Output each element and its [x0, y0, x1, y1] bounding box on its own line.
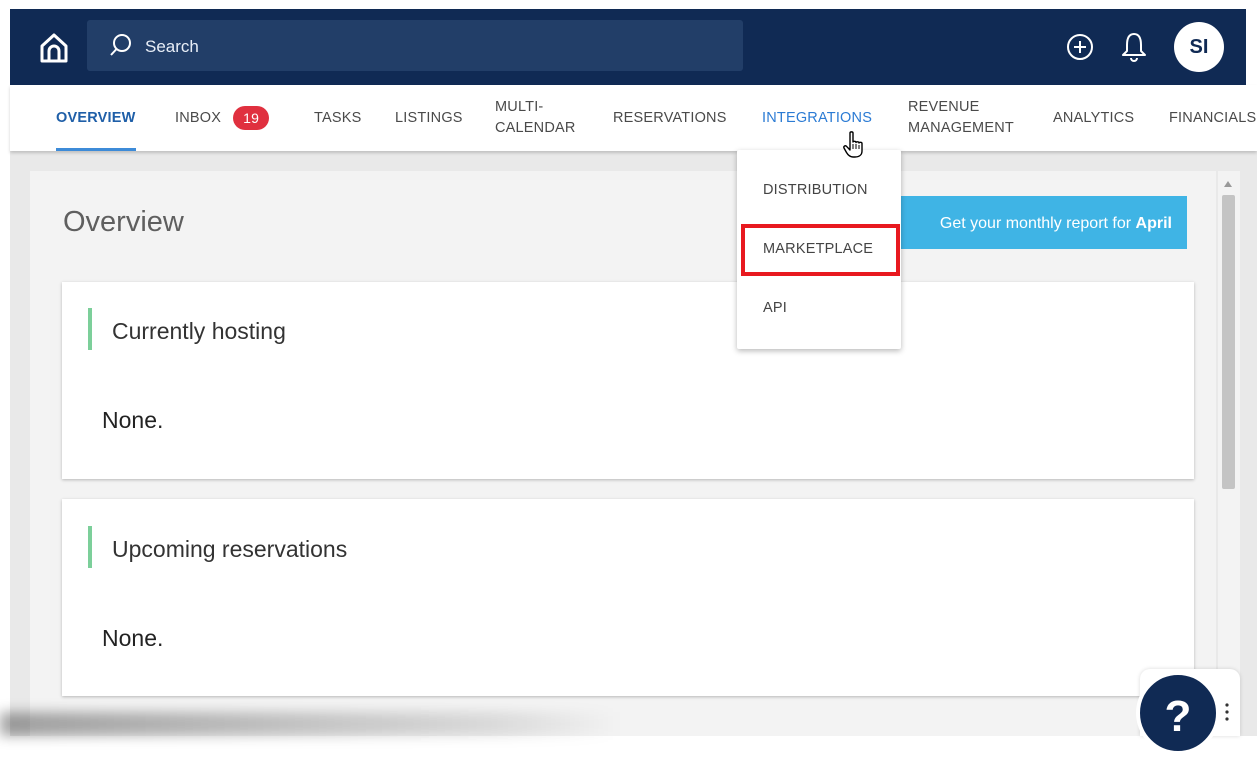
card-accent-bar — [88, 526, 92, 568]
search-input[interactable] — [143, 31, 707, 62]
help-icon[interactable]: ? — [1136, 671, 1220, 755]
report-button-text: Get your monthly report for — [939, 215, 1132, 232]
user-avatar[interactable]: SI — [1174, 22, 1224, 72]
bottom-shadow — [0, 712, 620, 736]
nav-financials-label: FINANCIALS — [1169, 110, 1257, 126]
dropdown-item-api[interactable]: API — [737, 300, 901, 316]
nav-tasks[interactable]: TASKS — [314, 85, 361, 151]
page-title: Overview — [63, 206, 184, 238]
card-title: Upcoming reservations — [112, 536, 348, 562]
nav-analytics-label: ANALYTICS — [1053, 110, 1135, 126]
nav-overview[interactable]: OVERVIEW — [56, 85, 136, 151]
bell-icon[interactable] — [1119, 30, 1149, 62]
nav-listings-label: LISTINGS — [395, 110, 463, 126]
search-box[interactable] — [87, 20, 743, 71]
dropdown-item-distribution[interactable]: DISTRIBUTION — [737, 182, 901, 198]
nav-multi-calendar[interactable]: MULTI- CALENDAR — [495, 85, 576, 151]
nav-overview-label: OVERVIEW — [56, 110, 136, 126]
home-icon[interactable] — [36, 30, 72, 66]
nav-revenue-line1: REVENUE — [908, 99, 980, 115]
card-title: Currently hosting — [112, 318, 286, 344]
marketplace-highlight-box — [741, 224, 900, 276]
nav-tasks-label: TASKS — [314, 110, 362, 126]
search-icon — [110, 34, 131, 56]
nav-multi-calendar-line2: CALENDAR — [495, 120, 576, 136]
nav-financials[interactable]: FINANCIALS — [1169, 85, 1256, 151]
nav-multi-calendar-label: MULTI- CALENDAR — [495, 97, 576, 139]
nav-inbox-label: INBOX — [175, 110, 222, 126]
upcoming-reservations-card: Upcoming reservations None. — [62, 499, 1194, 696]
plus-circle-icon[interactable] — [1065, 32, 1095, 62]
card-accent-bar — [88, 308, 92, 350]
report-month: April — [1135, 215, 1172, 232]
vertical-scrollbar[interactable] — [1218, 171, 1240, 736]
nav-inbox[interactable]: INBOX 19 — [175, 85, 270, 151]
nav-reservations-label: RESERVATIONS — [613, 110, 727, 126]
pointer-cursor-icon — [843, 131, 863, 158]
scroll-up-arrow-icon[interactable] — [1224, 181, 1232, 187]
card-body: None. — [102, 625, 164, 651]
nav-reservations[interactable]: RESERVATIONS — [613, 85, 727, 151]
scroll-thumb[interactable] — [1222, 195, 1235, 489]
more-vertical-icon[interactable] — [1225, 702, 1229, 722]
nav-multi-calendar-line1: MULTI- — [495, 99, 544, 115]
nav-listings[interactable]: LISTINGS — [395, 85, 463, 151]
nav-revenue-line2: MANAGEMENT — [908, 120, 1014, 136]
nav-integrations-label: INTEGRATIONS — [762, 110, 873, 126]
monthly-report-button[interactable]: Get your monthly report for April — [879, 196, 1187, 249]
top-bar: SI — [10, 9, 1246, 85]
currently-hosting-card: Currently hosting None. — [62, 282, 1194, 479]
nav-analytics[interactable]: ANALYTICS — [1053, 85, 1134, 151]
card-body: None. — [102, 407, 164, 433]
nav-revenue-management-label: REVENUE MANAGEMENT — [908, 97, 1014, 139]
nav-revenue-management[interactable]: REVENUE MANAGEMENT — [908, 85, 1014, 151]
main-nav: OVERVIEW INBOX 19 TASKS LISTINGS MULTI- C… — [10, 85, 1257, 151]
inbox-count-badge: 19 — [233, 106, 270, 130]
